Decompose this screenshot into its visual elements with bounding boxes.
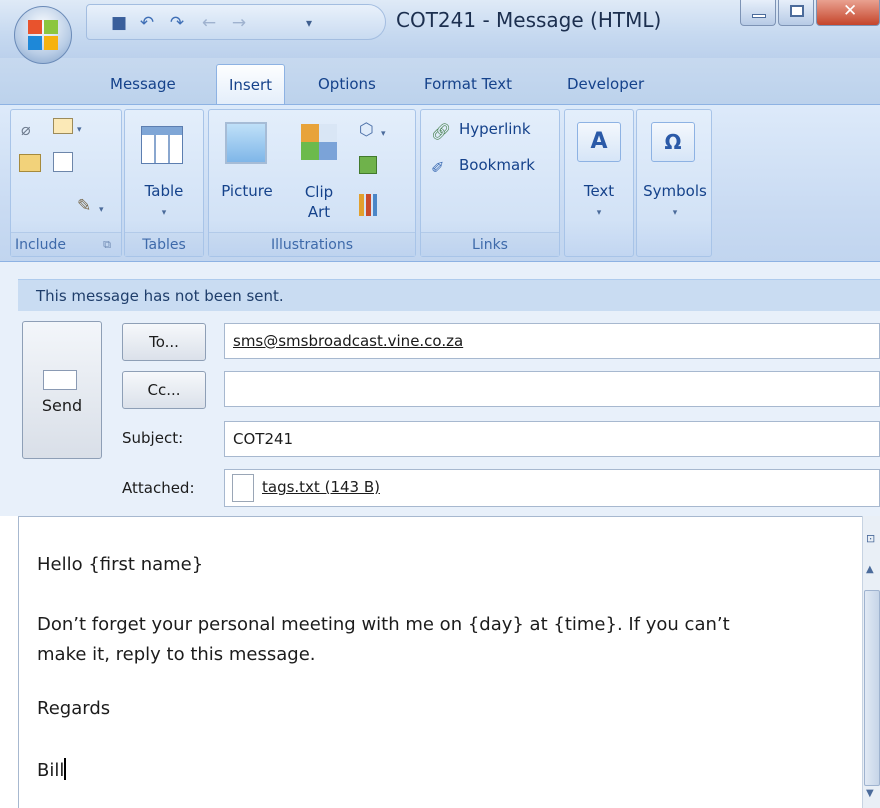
dropdown-arrow-icon: ▾ bbox=[596, 208, 602, 218]
group-illustrations: Picture Clip Art ⬡ ▾ Illustrations bbox=[208, 109, 416, 257]
chart-icon[interactable] bbox=[359, 194, 377, 216]
customize-toolbar-icon[interactable]: ▾ bbox=[299, 13, 319, 33]
symbols-button[interactable]: Symbols bbox=[637, 182, 713, 200]
dropdown-arrow-icon: ▾ bbox=[77, 125, 82, 135]
office-button[interactable] bbox=[14, 6, 72, 64]
bookmark-icon: ✐ bbox=[431, 158, 445, 177]
dropdown-arrow-icon: ▾ bbox=[672, 208, 678, 218]
scroll-down-icon[interactable]: ▼ bbox=[866, 788, 874, 799]
previous-item-icon[interactable]: ← bbox=[199, 13, 219, 33]
group-label-illustrations: Illustrations bbox=[209, 232, 415, 256]
cc-field[interactable] bbox=[224, 371, 880, 407]
dropdown-arrow-icon: ▾ bbox=[99, 205, 104, 215]
minimize-button[interactable] bbox=[740, 0, 776, 26]
picture-button[interactable]: Picture bbox=[209, 182, 285, 200]
subject-label: Subject: bbox=[122, 429, 184, 447]
send-button[interactable]: Send bbox=[22, 321, 102, 459]
ribbon: ⌀ ▾ ✎ ▾ Include ⧉ Table ▾ Tables Picture… bbox=[0, 104, 880, 262]
text-cursor bbox=[64, 758, 67, 780]
calendar-icon[interactable] bbox=[53, 152, 73, 172]
dropdown-arrow-icon: ▾ bbox=[381, 129, 386, 139]
group-label-tables: Tables bbox=[125, 232, 203, 256]
group-symbols: Ω Symbols ▾ bbox=[636, 109, 712, 257]
tab-insert[interactable]: Insert bbox=[216, 64, 286, 104]
text-button[interactable]: Text bbox=[565, 182, 633, 200]
envelope-icon bbox=[43, 370, 77, 390]
picture-icon[interactable] bbox=[225, 122, 267, 164]
business-card-icon[interactable] bbox=[19, 154, 41, 172]
smartart-icon[interactable] bbox=[359, 156, 377, 174]
save-icon[interactable]: ■ bbox=[109, 13, 129, 33]
to-button[interactable]: To... bbox=[122, 323, 206, 361]
attachment-name[interactable]: tags.txt (143 B) bbox=[262, 478, 380, 496]
maximize-button[interactable] bbox=[778, 0, 814, 26]
text-icon[interactable]: A bbox=[577, 122, 621, 162]
cc-button[interactable]: Cc... bbox=[122, 371, 206, 409]
office-logo-icon bbox=[28, 20, 58, 50]
scroll-thumb[interactable] bbox=[864, 590, 880, 786]
group-label-links: Links bbox=[421, 232, 559, 256]
send-label: Send bbox=[41, 396, 83, 415]
info-bar: This message has not been sent. bbox=[18, 279, 880, 311]
maximize-icon bbox=[790, 5, 804, 17]
clip-art-button[interactable]: Clip Art bbox=[291, 182, 347, 222]
redo-icon[interactable]: ↷ bbox=[167, 13, 187, 33]
symbols-icon[interactable]: Ω bbox=[651, 122, 695, 162]
to-field[interactable]: sms@smsbroadcast.vine.co.za bbox=[224, 323, 880, 359]
attach-file-icon[interactable]: ⌀ bbox=[21, 120, 31, 139]
table-button[interactable]: Table bbox=[125, 182, 203, 200]
vertical-scrollbar[interactable]: ⊡ ▲ ▼ bbox=[862, 516, 880, 808]
group-label-include: Include ⧉ bbox=[11, 232, 121, 256]
next-item-icon[interactable]: → bbox=[229, 13, 249, 33]
bookmark-button[interactable]: Bookmark bbox=[459, 156, 535, 174]
message-body[interactable]: Hello {first name} Don’t forget your per… bbox=[18, 516, 862, 808]
close-button[interactable]: ✕ bbox=[816, 0, 880, 26]
body-closing: Regards bbox=[37, 698, 111, 719]
group-tables: Table ▾ Tables bbox=[124, 109, 204, 257]
window-title: COT241 - Message (HTML) bbox=[396, 8, 662, 32]
minimize-icon bbox=[752, 14, 766, 18]
group-include: ⌀ ▾ ✎ ▾ Include ⧉ bbox=[10, 109, 122, 257]
close-icon: ✕ bbox=[843, 1, 858, 21]
quick-access-toolbar: ■ ↶ ↷ ← → ▾ bbox=[86, 4, 386, 40]
clip-art-icon[interactable] bbox=[301, 124, 337, 160]
tab-message[interactable]: Message bbox=[98, 64, 188, 104]
text-file-icon bbox=[232, 474, 254, 502]
attached-label: Attached: bbox=[122, 479, 195, 497]
dropdown-arrow-icon: ▾ bbox=[161, 208, 167, 218]
body-signature: Bill bbox=[37, 758, 67, 781]
subject-field[interactable]: COT241 bbox=[224, 421, 880, 457]
group-links: 🔗︎ Hyperlink ✐ Bookmark Links bbox=[420, 109, 560, 257]
undo-icon[interactable]: ↶ bbox=[137, 13, 157, 33]
window-controls: ✕ bbox=[710, 0, 880, 28]
signature-icon[interactable]: ✎ bbox=[77, 196, 91, 216]
body-line: make it, reply to this message. bbox=[37, 644, 316, 665]
tab-format-text[interactable]: Format Text bbox=[412, 64, 524, 104]
shapes-icon[interactable]: ⬡ bbox=[359, 120, 374, 140]
body-greeting: Hello {first name} bbox=[37, 554, 204, 575]
dialog-launcher-icon[interactable]: ⧉ bbox=[103, 233, 111, 257]
group-text: A Text ▾ bbox=[564, 109, 634, 257]
tab-options[interactable]: Options bbox=[306, 64, 388, 104]
scroll-up-icon[interactable]: ▲ bbox=[866, 564, 874, 575]
tab-developer[interactable]: Developer bbox=[555, 64, 656, 104]
attach-item-icon[interactable] bbox=[53, 118, 73, 134]
title-bar: ■ ↶ ↷ ← → ▾ COT241 - Message (HTML) ✕ bbox=[0, 0, 880, 58]
body-line: Don’t forget your personal meeting with … bbox=[37, 614, 730, 635]
ruler-icon[interactable]: ⊡ bbox=[866, 532, 875, 545]
table-icon[interactable] bbox=[141, 126, 183, 164]
ribbon-tabs: Message Insert Options Format Text Devel… bbox=[0, 58, 880, 144]
hyperlink-icon: 🔗︎ bbox=[431, 122, 452, 141]
hyperlink-button[interactable]: Hyperlink bbox=[459, 120, 531, 138]
